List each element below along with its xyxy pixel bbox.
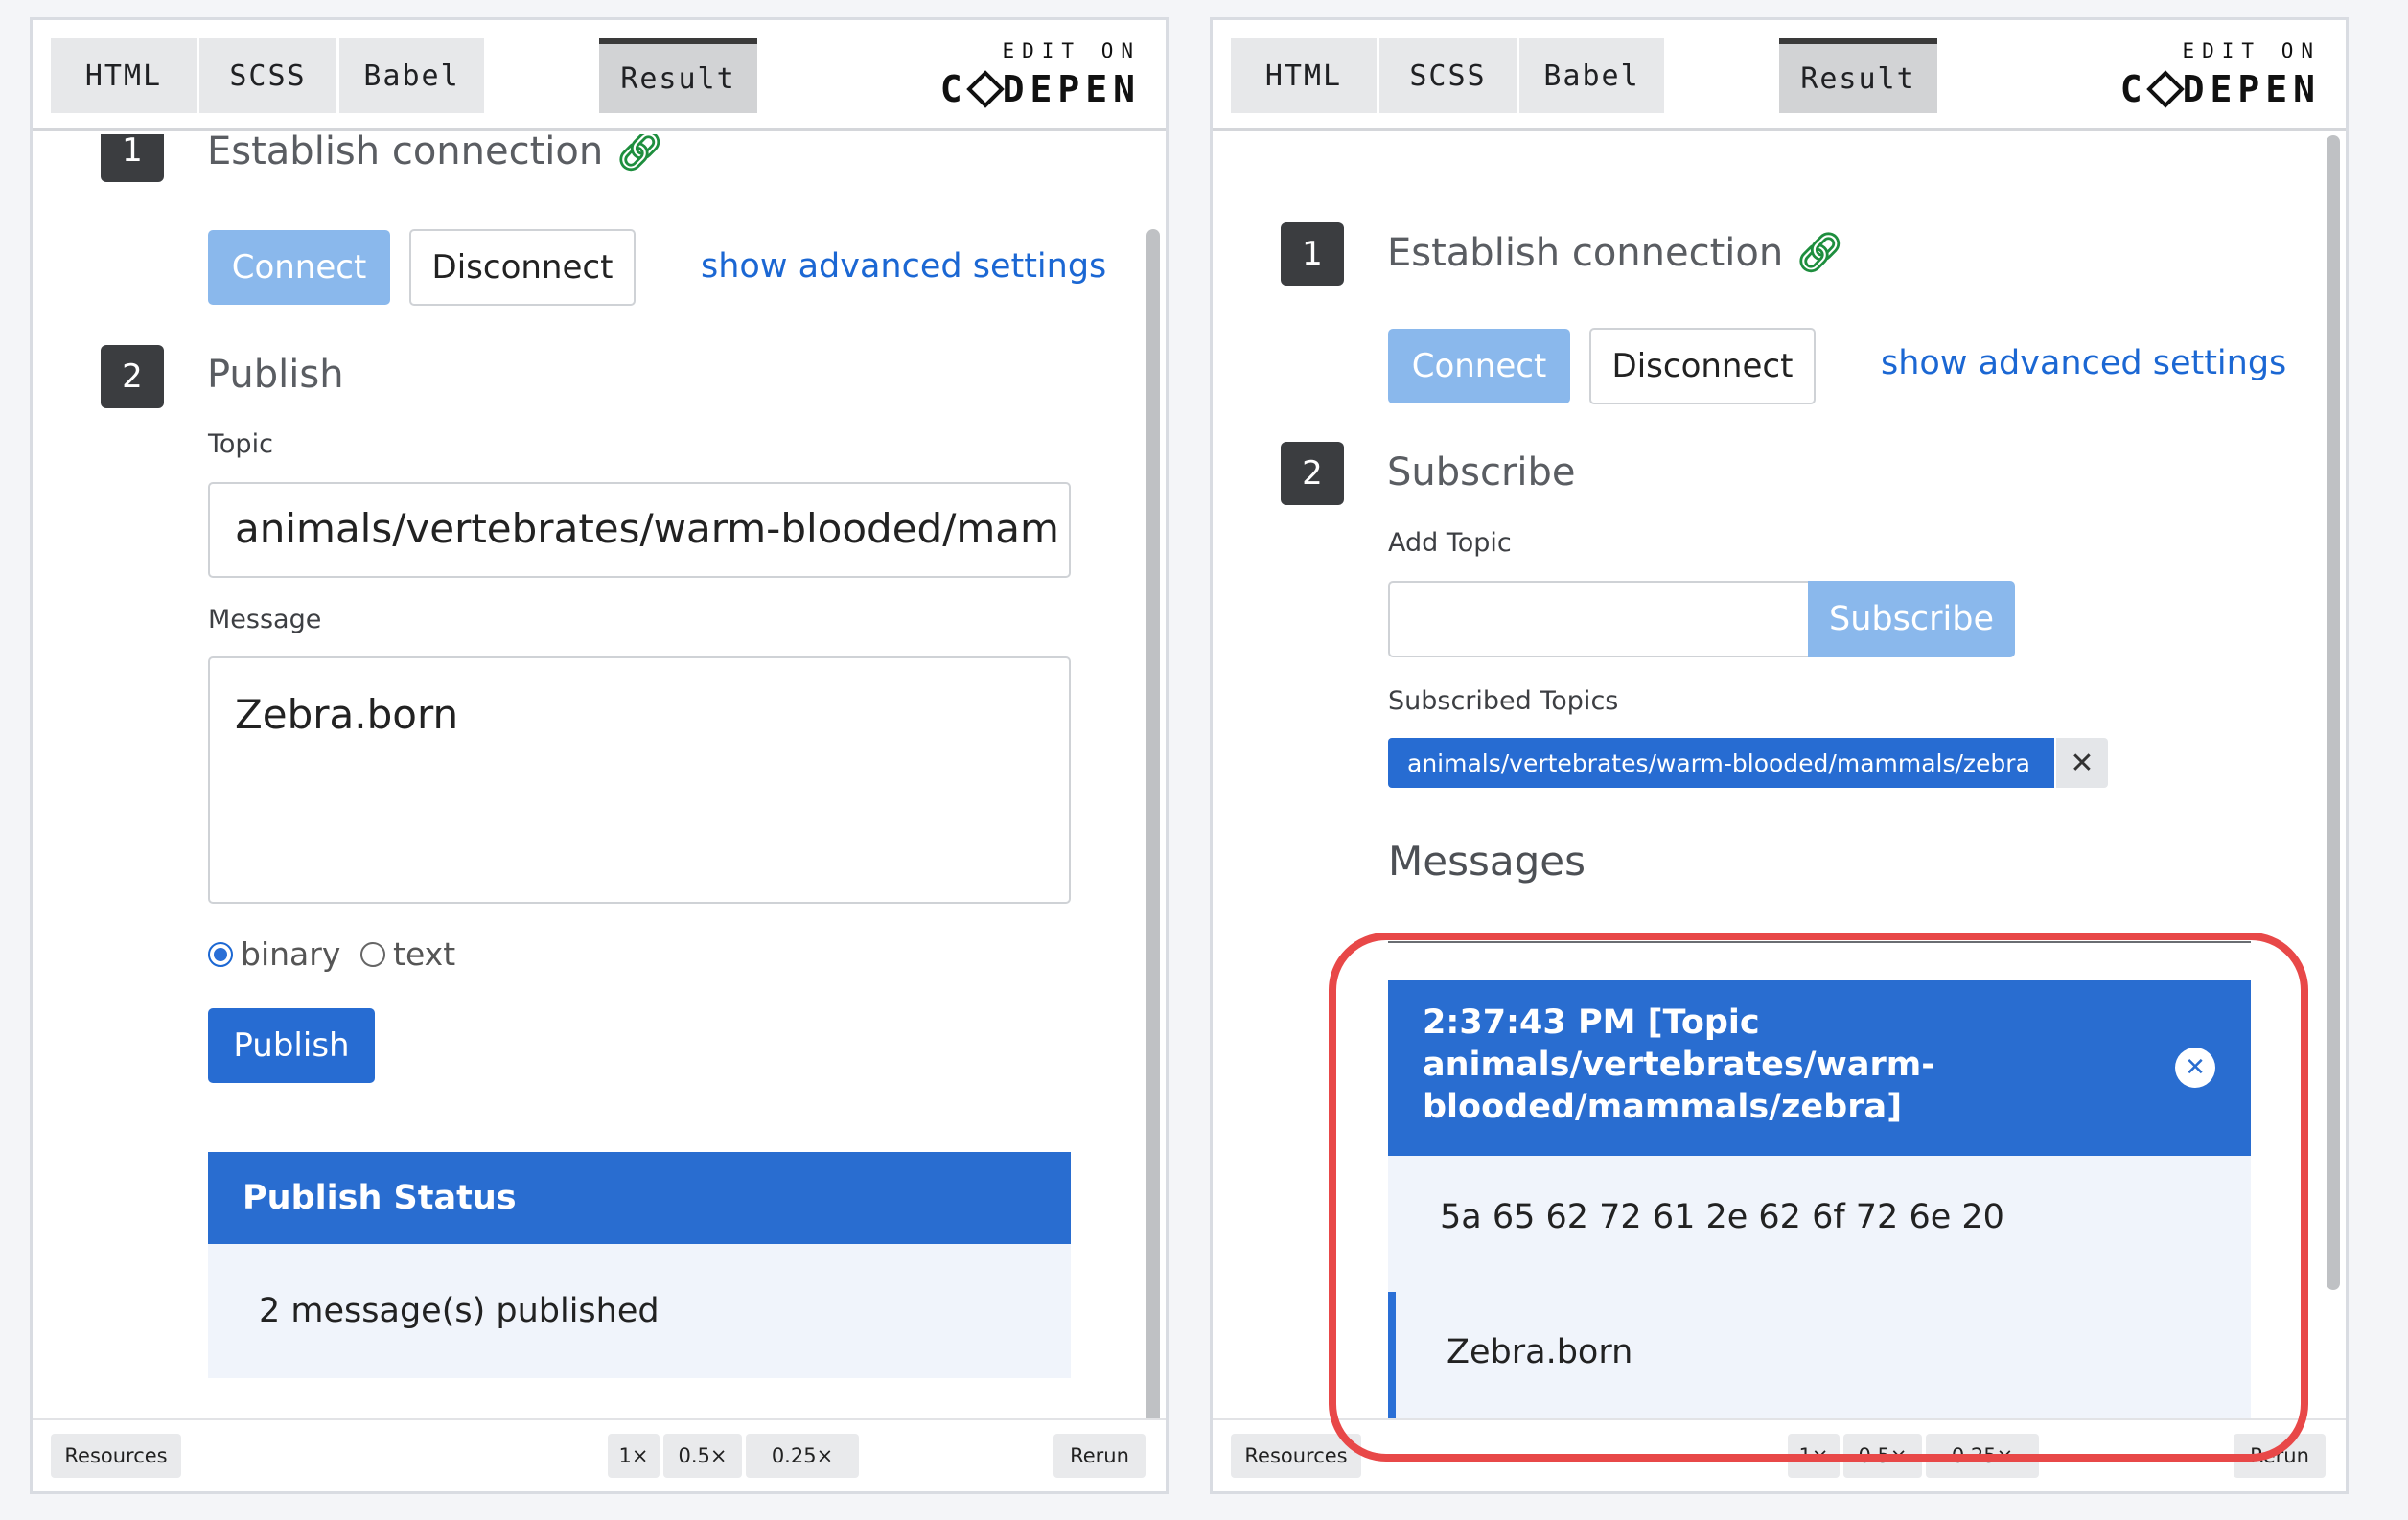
disconnect-button[interactable]: Disconnect [409, 229, 636, 306]
publish-button[interactable]: Publish [208, 1008, 375, 1083]
step-badge-2: 2 [101, 345, 164, 408]
embed-footer: Resources 1× 0.5× 0.25× Rerun [1213, 1418, 2346, 1491]
disconnect-button[interactable]: Disconnect [1589, 328, 1816, 404]
step-badge-2: 2 [1281, 442, 1344, 505]
resources-button[interactable]: Resources [51, 1434, 181, 1478]
message-text-accent [1388, 1292, 1396, 1418]
connect-button[interactable]: Connect [1388, 329, 1570, 403]
step-badge-1: 1 [1281, 222, 1344, 286]
result-pane: 1 Establish connection 🔗︎ Connect Discon… [33, 134, 1166, 1418]
subscribed-topic-chip: animals/vertebrates/warm-blooded/mammals… [1388, 738, 2054, 788]
subscribe-button[interactable]: Subscribe [1808, 581, 2015, 657]
zoom-025x-button[interactable]: 0.25× [746, 1434, 859, 1478]
subscribed-topics-label: Subscribed Topics [1388, 686, 1619, 716]
result-pane: 1 Establish connection 🔗︎ Connect Discon… [1213, 134, 2346, 1418]
message-hex-payload: 5a 65 62 72 61 2e 62 6f 72 6e 20 [1440, 1198, 2004, 1236]
tab-scss[interactable]: SCSS [1379, 38, 1517, 113]
tab-babel[interactable]: Babel [339, 38, 484, 113]
remove-topic-close-icon[interactable]: ✕ [2056, 738, 2108, 788]
tab-scss[interactable]: SCSS [199, 38, 336, 113]
resources-button[interactable]: Resources [1231, 1434, 1361, 1478]
add-topic-input[interactable] [1388, 581, 1810, 657]
tab-result[interactable]: Result [1779, 38, 1937, 113]
codepen-cube-icon [965, 70, 1005, 108]
messages-divider [1388, 941, 2251, 943]
rerun-button[interactable]: Rerun [1054, 1434, 1146, 1478]
topic-label: Topic [208, 429, 273, 459]
step-title-subscribe: Subscribe [1387, 450, 1576, 495]
publish-status-header: Publish Status [208, 1152, 1071, 1244]
step-badge-1: 1 [101, 134, 164, 182]
zoom-1x-button[interactable]: 1× [1788, 1434, 1840, 1478]
codepen-logo: C DEPEN [939, 68, 1141, 110]
zoom-05x-button[interactable]: 0.5× [1843, 1434, 1922, 1478]
message-textarea[interactable]: Zebra.born [208, 656, 1071, 904]
edit-on-label: EDIT ON [2182, 39, 2321, 62]
publish-status-text: 2 message(s) published [208, 1244, 1071, 1378]
show-advanced-settings-link[interactable]: show advanced settings [701, 247, 1106, 286]
link-icon: 🔗︎ [1794, 231, 1844, 275]
tab-babel[interactable]: Babel [1519, 38, 1664, 113]
edit-on-codepen-link[interactable]: EDIT ON C DEPEN [939, 39, 1141, 110]
message-card-body [1388, 1156, 2251, 1418]
connect-button[interactable]: Connect [208, 230, 390, 305]
messages-title: Messages [1388, 838, 1586, 885]
message-card-header: 2:37:43 PM [Topic animals/vertebrates/wa… [1388, 980, 2251, 1156]
codepen-logo: C DEPEN [2119, 68, 2321, 110]
step-title-establish: Establish connection 🔗︎ [207, 134, 664, 173]
tab-html[interactable]: HTML [1231, 38, 1377, 113]
embed-toolbar: HTML SCSS Babel Result EDIT ON C DEPEN [33, 20, 1166, 131]
step-title-publish: Publish [207, 353, 344, 397]
result-scrollbar[interactable] [1146, 229, 1160, 1435]
embed-footer: Resources 1× 0.5× 0.25× Rerun [33, 1418, 1166, 1491]
edit-on-codepen-link[interactable]: EDIT ON C DEPEN [2119, 39, 2321, 110]
topic-input[interactable]: animals/vertebrates/warm-blooded/mam [208, 482, 1071, 578]
radio-text-icon [360, 941, 385, 967]
tab-html[interactable]: HTML [51, 38, 197, 113]
zoom-1x-button[interactable]: 1× [608, 1434, 660, 1478]
embed-toolbar: HTML SCSS Babel Result EDIT ON C DEPEN [1213, 20, 2346, 131]
codepen-embed-publish: HTML SCSS Babel Result EDIT ON C DEPEN 1 … [30, 17, 1169, 1494]
zoom-025x-button[interactable]: 0.25× [1926, 1434, 2039, 1478]
step-title-establish: Establish connection 🔗︎ [1387, 231, 1844, 275]
add-topic-label: Add Topic [1388, 528, 1512, 558]
message-close-icon[interactable]: ✕ [2175, 1048, 2215, 1088]
rerun-button[interactable]: Rerun [2234, 1434, 2326, 1478]
message-label: Message [208, 605, 322, 634]
edit-on-label: EDIT ON [1002, 39, 1141, 62]
radio-binary-selected-icon [208, 941, 233, 967]
radio-text[interactable]: text [360, 935, 455, 973]
zoom-05x-button[interactable]: 0.5× [663, 1434, 742, 1478]
link-icon: 🔗︎ [614, 134, 664, 173]
codepen-embed-subscribe: HTML SCSS Babel Result EDIT ON C DEPEN 1 … [1210, 17, 2349, 1494]
show-advanced-settings-link[interactable]: show advanced settings [1881, 344, 2286, 382]
tab-result[interactable]: Result [599, 38, 757, 113]
codepen-cube-icon [2145, 70, 2185, 108]
message-text-payload: Zebra.born [1447, 1333, 1633, 1371]
result-scrollbar[interactable] [2327, 135, 2340, 1290]
radio-binary[interactable]: binary [208, 935, 340, 973]
